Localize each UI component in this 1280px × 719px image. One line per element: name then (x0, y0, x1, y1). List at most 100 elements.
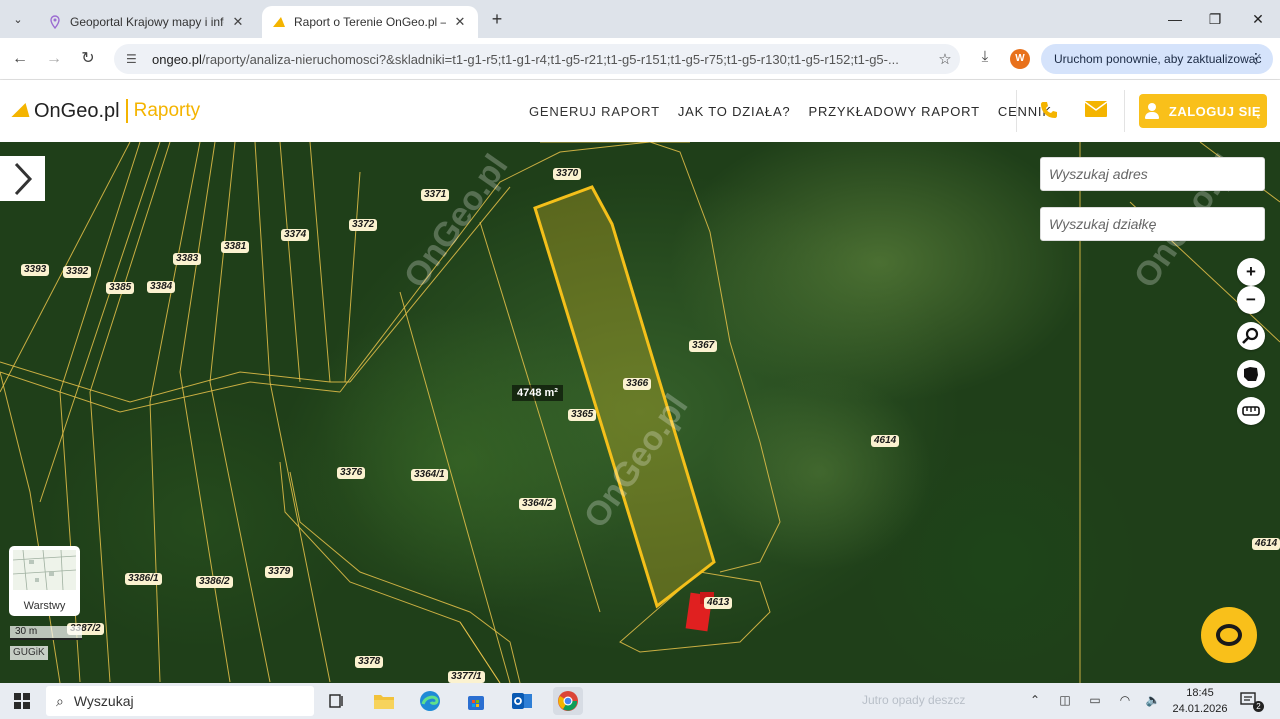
browser-toolbar: ← → ↻ ☰ ongeo.pl/raporty/analiza-nieruch… (0, 38, 1280, 80)
parcel-label[interactable]: 3371 (421, 189, 450, 201)
search-parcel-placeholder: Wyszukaj działkę (1049, 216, 1157, 232)
taskbar-search-input[interactable]: ⌕ Wyszukaj (46, 686, 314, 716)
zoom-out-icon[interactable]: − (1237, 286, 1265, 314)
profile-avatar[interactable]: W (1010, 49, 1030, 69)
parcel-label[interactable]: 3385 (106, 282, 135, 294)
login-button[interactable]: ZALOGUJ SIĘ (1139, 94, 1267, 128)
file-explorer-icon[interactable] (369, 687, 399, 715)
minimize-icon[interactable]: — (1160, 8, 1190, 30)
window-close-icon[interactable]: ✕ (1243, 8, 1273, 30)
ongeo-favicon-icon (273, 17, 285, 27)
ongeo-logo[interactable]: OnGeo.pl Raporty (11, 99, 201, 123)
site-settings-icon[interactable]: ☰ (126, 52, 142, 66)
parcel-label[interactable]: 3367 (689, 340, 718, 352)
parcel-label[interactable]: 4613 (704, 597, 733, 609)
search-address-input[interactable]: Wyszukaj adres (1040, 157, 1265, 191)
download-icon[interactable]: ⤓ (974, 48, 996, 70)
login-label: ZALOGUJ SIĘ (1168, 103, 1262, 119)
header-divider (1016, 90, 1017, 132)
edge-browser-icon[interactable] (415, 687, 445, 715)
main-nav: GENERUJ RAPORT JAK TO DZIAŁA? PRZYKŁADOW… (520, 80, 1061, 142)
parcel-label[interactable]: 3384 (147, 281, 176, 293)
zoom-in-icon[interactable]: + (1237, 258, 1265, 286)
notification-count: 2 (1253, 701, 1264, 712)
task-view-icon[interactable] (322, 687, 352, 715)
parcel-label[interactable]: 3379 (265, 566, 294, 578)
search-icon: ⌕ (56, 692, 64, 709)
parcel-label[interactable]: 3364/1 (411, 469, 448, 481)
system-clock[interactable]: 18:45 24.01.2026 (1170, 685, 1230, 717)
parcel-label[interactable]: 3381 (221, 241, 250, 253)
url-text: ongeo.pl/raporty/analiza-nieruchomosci?&… (152, 51, 899, 67)
clock-date: 24.01.2026 (1172, 703, 1228, 715)
parcel-label[interactable]: 3376 (337, 467, 366, 479)
nav-generuj-raport[interactable]: GENERUJ RAPORT (529, 104, 660, 119)
tray-chevron-up-icon[interactable]: ⌃ (1026, 693, 1044, 709)
new-tab-plus-icon[interactable]: + (486, 8, 508, 30)
parcel-label[interactable]: 4614 (871, 435, 900, 447)
logo-text: OnGeo.pl (34, 99, 120, 122)
parcel-label[interactable]: 4614 (1252, 538, 1280, 550)
parcel-label[interactable]: 3393 (21, 264, 50, 276)
volume-icon[interactable]: 🔈 (1144, 693, 1162, 709)
measure-ruler-icon[interactable] (1237, 397, 1265, 425)
phone-icon[interactable] (1038, 100, 1060, 122)
weather-widget[interactable]: Jutro opady deszcz (862, 693, 965, 707)
chrome-icon[interactable] (553, 687, 583, 715)
nav-jak-to-dziala[interactable]: JAK TO DZIAŁA? (678, 104, 791, 119)
parcel-label[interactable]: 3364/2 (519, 498, 556, 510)
layers-button[interactable]: Warstwy (9, 546, 80, 616)
layers-label: Warstwy (23, 600, 66, 612)
chat-button[interactable] (1201, 607, 1257, 663)
logo-divider (125, 99, 128, 123)
mail-icon[interactable] (1084, 100, 1108, 122)
tab-geoportal[interactable]: Geoportal Krajowy mapy i infor ✕ (38, 6, 256, 38)
parcel-label[interactable]: 3366 (623, 378, 652, 390)
back-arrow-icon[interactable]: ← (8, 47, 32, 71)
meet-now-icon[interactable]: ◫ (1056, 693, 1074, 709)
outlook-icon[interactable] (507, 687, 537, 715)
poland-map-icon[interactable] (1237, 360, 1265, 388)
browser-tab-bar: ⌄ Geoportal Krajowy mapy i infor ✕ Rapor… (0, 0, 1280, 38)
parcel-label[interactable]: 3370 (553, 168, 582, 180)
parcel-label[interactable]: 3386/1 (125, 573, 162, 585)
magnifier-icon[interactable] (1237, 322, 1265, 350)
clock-time: 18:45 (1186, 687, 1214, 699)
battery-icon[interactable]: ▭ (1086, 693, 1104, 709)
notification-icon[interactable]: 2 (1240, 692, 1264, 712)
restore-icon[interactable]: ❐ (1200, 8, 1230, 30)
nav-przykladowy-raport[interactable]: PRZYKŁADOWY RAPORT (808, 104, 979, 119)
header-divider (1124, 90, 1125, 132)
tab-title: Raport o Terenie OnGeo.pl – An (294, 15, 446, 29)
sidebar-toggle-chevron-icon[interactable] (0, 156, 45, 201)
kebab-menu-icon[interactable]: ⋮ (1249, 50, 1263, 67)
tab-search-chevron-icon[interactable]: ⌄ (6, 7, 30, 31)
parcel-label[interactable]: 3386/2 (196, 576, 233, 588)
map-canvas[interactable]: OnGeo.pl OnGeo.pl OnGeo.pl 4748 m² 3370 … (0, 142, 1280, 683)
bookmark-star-icon[interactable]: ☆ (930, 50, 960, 68)
layers-thumbnail-icon (12, 549, 77, 591)
address-bar[interactable]: ☰ ongeo.pl/raporty/analiza-nieruchomosci… (114, 44, 960, 74)
microsoft-store-icon[interactable] (461, 687, 491, 715)
parcel-label[interactable]: 3372 (349, 219, 378, 231)
tab-ongeo-raport[interactable]: Raport o Terenie OnGeo.pl – An ✕ (262, 6, 478, 38)
tab-close-icon[interactable]: ✕ (230, 14, 246, 30)
relaunch-update-button[interactable]: Uruchom ponownie, aby zaktualizować ⋮ (1041, 44, 1273, 74)
logo-subtitle: Raporty (133, 100, 201, 121)
search-parcel-input[interactable]: Wyszukaj działkę (1040, 207, 1265, 241)
site-header: OnGeo.pl Raporty GENERUJ RAPORT JAK TO D… (0, 80, 1280, 142)
location-pin-icon (50, 15, 60, 29)
parcel-label[interactable]: 3378 (355, 656, 384, 668)
forward-arrow-icon[interactable]: → (42, 47, 66, 71)
chat-bubble-icon (1216, 624, 1242, 646)
reload-icon[interactable]: ↻ (76, 47, 100, 71)
wifi-icon[interactable]: ◠ (1116, 693, 1134, 709)
parcel-label[interactable]: 3383 (173, 253, 202, 265)
parcel-label[interactable]: 3377/1 (448, 671, 485, 683)
parcel-label[interactable]: 3374 (281, 229, 310, 241)
tab-title: Geoportal Krajowy mapy i infor (70, 15, 224, 29)
tab-close-icon[interactable]: ✕ (452, 14, 468, 30)
windows-start-icon[interactable] (14, 693, 30, 709)
parcel-label[interactable]: 3392 (63, 266, 92, 278)
parcel-label[interactable]: 3365 (568, 409, 597, 421)
